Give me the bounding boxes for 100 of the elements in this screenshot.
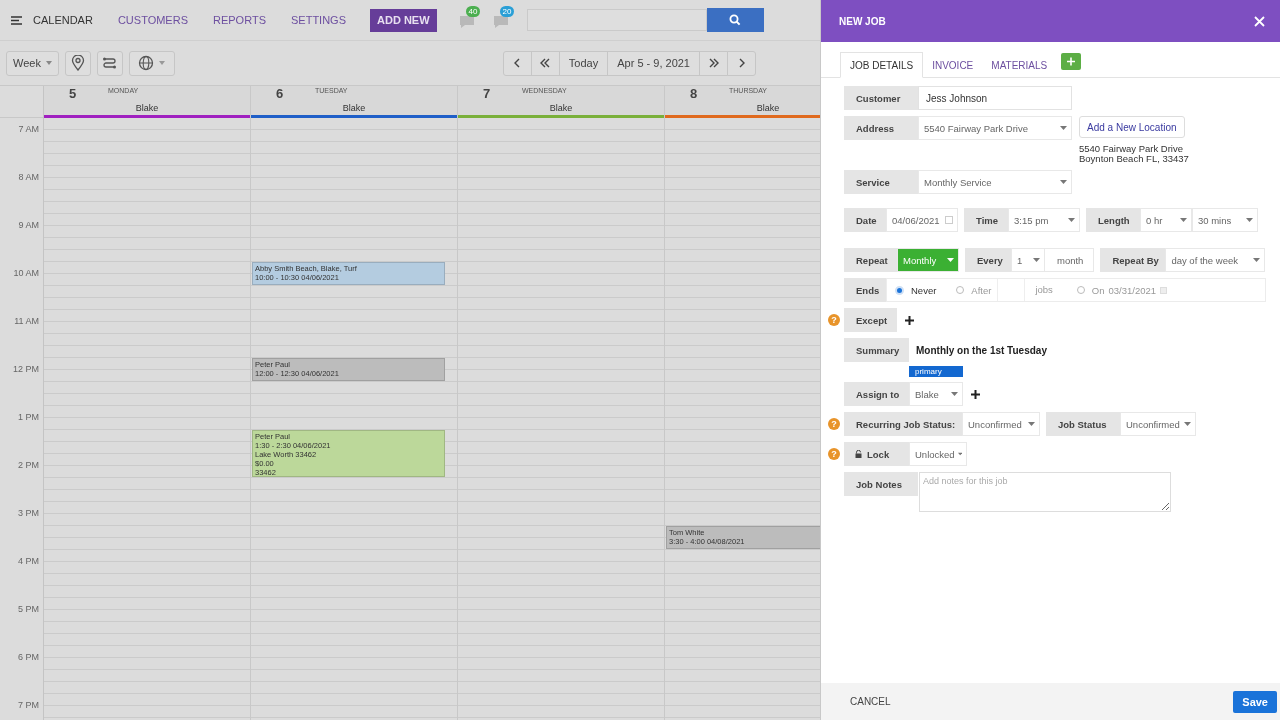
staff-name: Blake	[134, 103, 160, 114]
service-select[interactable]: Monthly Service	[918, 170, 1072, 194]
time-select[interactable]: 3:15 pm	[1008, 208, 1080, 232]
globe-icon	[138, 55, 155, 71]
cancel-button[interactable]: CANCEL	[837, 692, 904, 711]
minutes-select[interactable]: 30 mins	[1192, 208, 1258, 232]
route-icon	[102, 56, 118, 70]
nav-link[interactable]: CALENDAR	[33, 14, 93, 26]
caret-icon	[1028, 422, 1035, 426]
date-range-button[interactable]: Apr 5 - 9, 2021	[607, 50, 700, 76]
globe-dropdown[interactable]	[128, 50, 175, 76]
add-location-button[interactable]: Add a New Location	[1079, 116, 1185, 138]
interval-select[interactable]: 1	[1011, 248, 1045, 272]
notes-field[interactable]: Add notes for this job	[919, 472, 1171, 512]
nav-link[interactable]: REPORTS	[213, 14, 266, 26]
field-label: Repeat	[844, 248, 897, 272]
address-line: Boynton Beach FL, 33437	[1079, 154, 1189, 164]
caret-icon	[1060, 180, 1067, 184]
field-label: Address	[844, 116, 918, 140]
hour-label: 2 PM	[18, 460, 39, 470]
assignee-select[interactable]: Blake	[909, 382, 963, 406]
previous-fast-button[interactable]	[530, 50, 560, 76]
field-label: Assign to	[844, 382, 909, 406]
caret-icon	[1180, 218, 1187, 222]
calendar-icon	[945, 216, 953, 224]
view-dropdown[interactable]: Week	[6, 50, 59, 76]
field-label: Service	[844, 170, 918, 194]
today-button[interactable]: Today	[558, 50, 609, 76]
hours-select[interactable]: 0 hr	[1140, 208, 1192, 232]
tab[interactable]: JOB DETAILS	[840, 52, 924, 78]
lock-select[interactable]: Unlocked	[909, 442, 967, 466]
day-number: 5	[68, 86, 78, 101]
caret-icon	[1068, 218, 1075, 222]
next-fast-button[interactable]	[699, 50, 728, 76]
calendar-icon	[1160, 286, 1168, 294]
repeat-by-select[interactable]: day of the week	[1165, 248, 1266, 272]
hour-label: 5 PM	[18, 604, 39, 614]
panel-title: NEW JOB	[839, 15, 886, 27]
field-label: Recurring Job Status:	[844, 412, 962, 436]
nav-link[interactable]: SETTINGS	[291, 14, 346, 26]
hour-label: 9 AM	[18, 220, 39, 230]
hour-label: 11 AM	[14, 316, 39, 326]
customer-field[interactable]: Jess Johnson	[918, 86, 1072, 110]
caret-icon	[159, 61, 166, 65]
field-label: Summary	[844, 338, 909, 362]
caret-icon	[1184, 422, 1191, 426]
field-label: Every	[965, 248, 1011, 272]
nav-link[interactable]: CUSTOMERS	[117, 14, 188, 26]
staff-name: Blake	[341, 103, 367, 114]
search-button[interactable]	[706, 7, 764, 32]
field-label: Ends	[844, 278, 886, 302]
hour-label: 6 PM	[18, 652, 39, 662]
field-label: Length	[1086, 208, 1140, 232]
field-label: Date	[844, 208, 886, 232]
field-label: Lock	[867, 448, 890, 460]
save-button[interactable]: Save	[1233, 690, 1277, 713]
search-field[interactable]	[526, 8, 707, 31]
field-label: Repeat By	[1100, 248, 1166, 272]
address-select[interactable]: 5540 Fairway Park Drive	[918, 116, 1072, 140]
double-chevron-right-icon	[708, 58, 719, 68]
caret-icon	[1060, 126, 1067, 130]
never-radio[interactable]: Never	[895, 284, 937, 296]
previous-button[interactable]	[502, 50, 532, 76]
menu-icon[interactable]	[11, 15, 22, 25]
hour-label: 10 AM	[13, 268, 39, 278]
lock-icon	[855, 450, 862, 458]
primary-tag: primary	[909, 366, 963, 377]
caret-icon	[957, 452, 962, 456]
chat-icon[interactable]	[492, 15, 509, 29]
add-tab-button[interactable]	[1061, 53, 1082, 70]
double-chevron-left-icon	[540, 58, 551, 68]
search-icon	[729, 13, 742, 26]
add-new-button[interactable]: ADD NEW	[370, 8, 437, 32]
field-label: Job Status	[1046, 412, 1120, 436]
caret-icon	[951, 392, 958, 396]
job-status-select[interactable]: Unconfirmed	[1120, 412, 1196, 436]
notification-badge: 20	[499, 6, 515, 17]
pin-icon	[70, 55, 85, 71]
tab[interactable]: MATERIALS	[982, 52, 1057, 78]
plus-icon	[1067, 57, 1076, 66]
chat-icon[interactable]	[458, 15, 475, 29]
interval-unit: month	[1045, 248, 1095, 272]
day-number: 8	[689, 86, 699, 101]
close-icon[interactable]	[1254, 15, 1265, 27]
notification-badge: 40	[465, 6, 481, 17]
recurring-status-select[interactable]: Unconfirmed	[962, 412, 1040, 436]
field-label: Except	[844, 308, 897, 332]
caret-icon	[1246, 218, 1253, 222]
hour-label: 8 AM	[18, 172, 39, 182]
plus-icon[interactable]	[971, 389, 980, 399]
location-pin-button[interactable]	[64, 50, 91, 76]
day-number: 6	[275, 86, 285, 101]
plus-icon[interactable]	[905, 315, 914, 325]
field-label: Time	[964, 208, 1008, 232]
chevron-left-icon	[514, 58, 521, 68]
tab[interactable]: INVOICE	[923, 52, 983, 78]
hour-label: 7 PM	[18, 700, 39, 710]
day-number: 7	[482, 86, 492, 101]
route-button[interactable]	[96, 50, 123, 76]
date-field[interactable]: 04/06/2021	[886, 208, 958, 232]
